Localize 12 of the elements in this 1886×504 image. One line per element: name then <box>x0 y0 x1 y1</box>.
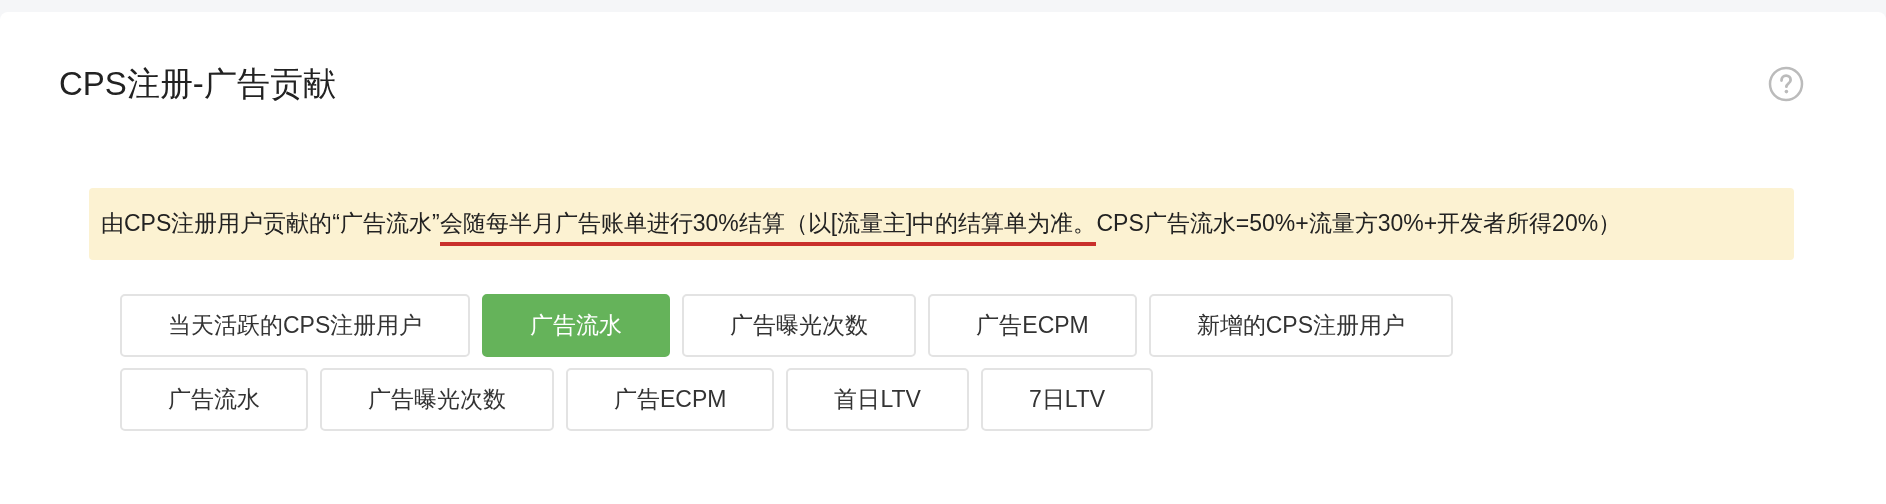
metric-button[interactable]: 首日LTV <box>786 368 969 431</box>
metric-button[interactable]: 广告ECPM <box>928 294 1137 357</box>
metric-button[interactable]: 广告曝光次数 <box>320 368 554 431</box>
metric-button[interactable]: 新增的CPS注册用户 <box>1148 294 1454 357</box>
notice-text: 由CPS注册用户贡献的“广告流水”会随每半月广告账单进行30%结算（以[流量主]中的结算单为准。CPS广告流水=50%+流量方30%+开发者所得20%） <box>101 202 1780 244</box>
panel-title: CPS注册-广告贡献 <box>59 63 336 104</box>
metric-button[interactable]: 广告ECPM <box>566 368 775 431</box>
metric-button[interactable]: 当天活跃的CPS注册用户 <box>120 294 471 357</box>
help-icon[interactable] <box>1768 66 1804 102</box>
metric-button[interactable]: 广告曝光次数 <box>682 294 917 357</box>
metric-button[interactable]: 7日LTV <box>980 368 1154 431</box>
metric-button[interactable]: 广告流水 <box>120 368 308 431</box>
